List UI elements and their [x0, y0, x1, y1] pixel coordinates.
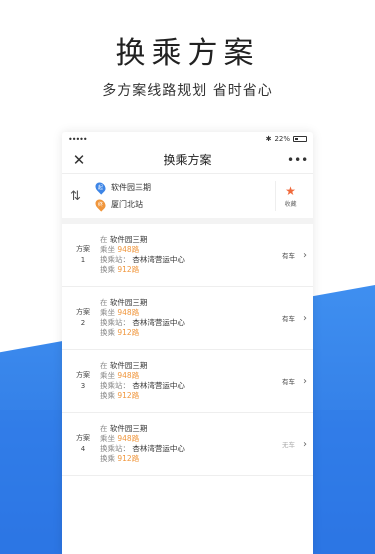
star-icon: ★	[285, 183, 296, 198]
destination-marker-icon: 终	[93, 197, 108, 212]
close-icon[interactable]: ✕	[70, 151, 88, 169]
origin-stop[interactable]: 起 软件园三期	[93, 179, 275, 196]
plan-row[interactable]: 方案 3 在 软件园三期 乘坐 948路 换乘站： 杏林湾营运中心 换乘 912…	[62, 350, 313, 413]
chevron-right-icon: ›	[303, 249, 307, 261]
favorite-label: 收藏	[284, 200, 297, 208]
phone-screen: ••••• ✱ 22% ✕ 换乘方案 ••• ⇅ 起 软件园三期 终 厦门北站 …	[62, 132, 313, 554]
status-bar: ••••• ✱ 22%	[62, 132, 313, 146]
origin-label: 软件园三期	[111, 183, 151, 192]
favorite-button[interactable]: ★ 收藏	[275, 181, 305, 211]
plan-details: 在 软件园三期 乘坐 948路 换乘站： 杏林湾营运中心 换乘 912路	[100, 361, 185, 400]
signal-indicator: •••••	[68, 134, 88, 144]
plan-details: 在 软件园三期 乘坐 948路 换乘站： 杏林湾营运中心 换乘 912路	[100, 235, 185, 274]
battery-percent: 22%	[274, 135, 290, 143]
bluetooth-icon: ✱	[265, 135, 272, 143]
page-title: 换乘方案	[163, 153, 212, 167]
hero-subtitle: 多方案线路规划 省时省心	[102, 83, 273, 99]
plan-row[interactable]: 方案 1 在 软件园三期 乘坐 948路 换乘站： 杏林湾营运中心 换乘 912…	[62, 224, 313, 287]
destination-stop[interactable]: 终 厦门北站	[93, 196, 275, 213]
plan-status: 有车	[282, 252, 295, 260]
plan-label: 方案 3	[76, 371, 90, 390]
route-header: ⇅ 起 软件园三期 终 厦门北站 ★ 收藏	[62, 174, 313, 224]
origin-marker-icon: 起	[93, 180, 108, 195]
chevron-right-icon: ›	[303, 312, 307, 324]
plan-label: 方案 1	[76, 245, 90, 264]
plan-row[interactable]: 方案 2 在 软件园三期 乘坐 948路 换乘站： 杏林湾营运中心 换乘 912…	[62, 287, 313, 350]
chevron-right-icon: ›	[303, 438, 307, 450]
hero-title: 换乘方案	[115, 36, 260, 71]
swap-icon[interactable]: ⇅	[70, 189, 90, 204]
battery-icon	[293, 136, 307, 142]
navbar: ✕ 换乘方案 •••	[62, 146, 313, 174]
plan-details: 在 软件园三期 乘坐 948路 换乘站： 杏林湾营运中心 换乘 912路	[100, 298, 185, 337]
plan-status: 无车	[282, 441, 295, 449]
chevron-right-icon: ›	[303, 375, 307, 387]
destination-label: 厦门北站	[111, 200, 143, 209]
plan-status: 有车	[282, 315, 295, 323]
plan-row[interactable]: 方案 4 在 软件园三期 乘坐 948路 换乘站： 杏林湾营运中心 换乘 912…	[62, 413, 313, 476]
plan-label: 方案 2	[76, 308, 90, 327]
plan-label: 方案 4	[76, 434, 90, 453]
more-icon[interactable]: •••	[287, 153, 308, 167]
plan-status: 有车	[282, 378, 295, 386]
plan-details: 在 软件园三期 乘坐 948路 换乘站： 杏林湾营运中心 换乘 912路	[100, 424, 185, 463]
